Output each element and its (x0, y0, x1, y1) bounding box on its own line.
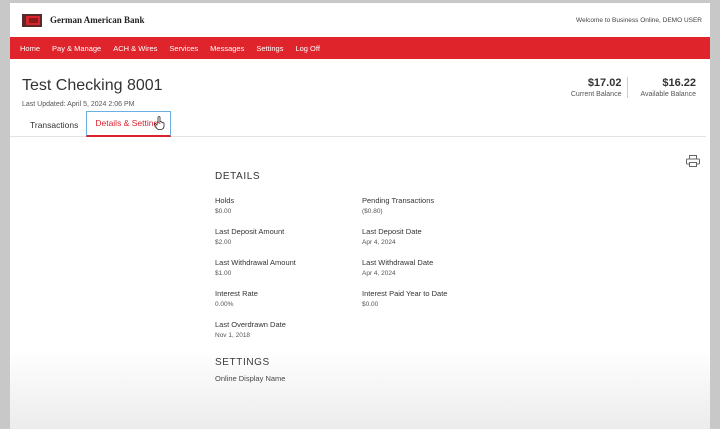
balance-summary: $17.02 Current Balance $16.22 Available … (565, 77, 702, 98)
field-label: Interest Rate (215, 289, 258, 298)
details-grid: Holds $0.00 Pending Transactions ($0.80)… (215, 196, 515, 339)
top-bar: German American Bank Welcome to Business… (10, 3, 710, 37)
field-last-deposit-date: Last Deposit Date Apr 4, 2024 (362, 227, 512, 246)
last-updated: Last Updated: April 5, 2024 2:06 PM (22, 101, 135, 108)
field-interest-rate: Interest Rate 0.00% (215, 289, 362, 308)
details-heading: DETAILS (215, 171, 261, 182)
field-last-deposit-amount: Last Deposit Amount $2.00 (215, 227, 362, 246)
welcome-message: Welcome to Business Online, DEMO USER (576, 16, 702, 24)
bank-logo[interactable]: German American Bank (22, 13, 145, 27)
tab-transactions[interactable]: Transactions (22, 114, 86, 137)
current-balance: $17.02 Current Balance (565, 77, 628, 98)
field-value: $0.00 (215, 208, 232, 215)
field-value: ($0.80) (362, 208, 383, 215)
nav-messages[interactable]: Messages (210, 44, 244, 53)
account-tabs: Transactions Details & Settings (22, 111, 172, 137)
field-value: Nov 1, 2018 (215, 332, 251, 339)
field-label: Holds (215, 196, 235, 205)
field-value: 0.00% (215, 301, 234, 308)
field-label: Last Withdrawal Date (362, 258, 434, 267)
field-pending-transactions: Pending Transactions ($0.80) (362, 196, 512, 215)
field-label: Last Deposit Amount (215, 227, 285, 236)
nav-services[interactable]: Services (169, 44, 198, 53)
field-holds: Holds $0.00 (215, 196, 362, 215)
nav-settings[interactable]: Settings (256, 44, 283, 53)
field-label: Last Withdrawal Amount (215, 258, 296, 267)
tab-details-settings[interactable]: Details & Settings (86, 111, 172, 137)
available-balance: $16.22 Available Balance (627, 77, 702, 98)
bank-logo-icon (22, 13, 42, 27)
nav-log-off[interactable]: Log Off (295, 44, 319, 53)
nav-pay-manage[interactable]: Pay & Manage (52, 44, 101, 53)
current-balance-value: $17.02 (587, 77, 622, 89)
field-interest-paid-ytd: Interest Paid Year to Date $0.00 (362, 289, 512, 308)
account-header: Test Checking 8001 Last Updated: April 5… (10, 59, 706, 137)
field-label: Interest Paid Year to Date (362, 289, 448, 298)
hand-cursor-icon (154, 116, 165, 130)
settings-heading: SETTINGS (215, 357, 270, 368)
main-nav: Home Pay & Manage ACH & Wires Services M… (10, 37, 710, 59)
tab-details-settings-label: Details & Settings (95, 118, 163, 128)
field-value: $1.00 (215, 270, 232, 277)
field-last-withdrawal-date: Last Withdrawal Date Apr 4, 2024 (362, 258, 512, 277)
field-label: Last Overdrawn Date (215, 320, 286, 329)
browser-page: German American Bank Welcome to Business… (10, 3, 710, 429)
available-balance-value: $16.22 (662, 77, 696, 89)
field-value: $0.00 (362, 301, 379, 308)
bank-name: German American Bank (50, 15, 145, 25)
field-label: Pending Transactions (362, 196, 435, 205)
online-display-name-label: Online Display Name (215, 374, 286, 383)
field-last-withdrawal-amount: Last Withdrawal Amount $1.00 (215, 258, 362, 277)
print-icon[interactable] (686, 155, 700, 167)
field-value: $2.00 (215, 239, 232, 246)
field-value: Apr 4, 2024 (362, 270, 396, 277)
current-balance-label: Current Balance (570, 91, 622, 98)
field-last-overdrawn-date: Last Overdrawn Date Nov 1, 2018 (215, 320, 362, 339)
nav-ach-wires[interactable]: ACH & Wires (113, 44, 157, 53)
available-balance-label: Available Balance (640, 91, 696, 98)
nav-home[interactable]: Home (20, 44, 40, 53)
field-value: Apr 4, 2024 (362, 239, 396, 246)
field-label: Last Deposit Date (362, 227, 422, 236)
details-panel: DETAILS Holds $0.00 Pending Transactions… (215, 171, 515, 383)
